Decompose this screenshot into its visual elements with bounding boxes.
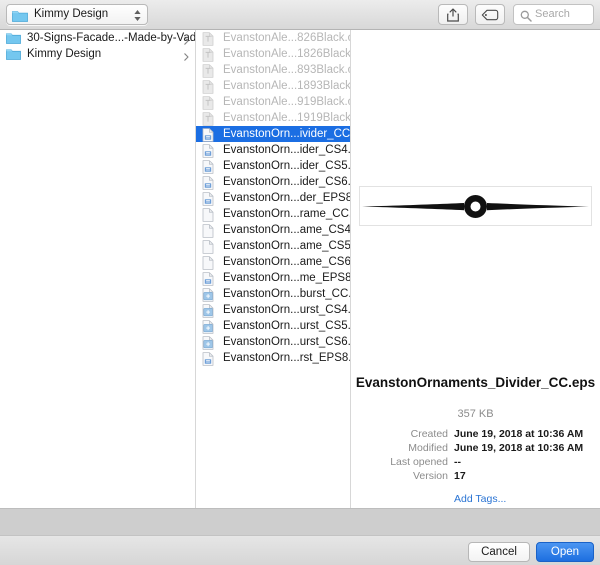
- file-size: 357 KB: [457, 408, 494, 420]
- file-row: EvanstonAle...1893Black.ttf: [196, 78, 350, 94]
- metadata-key: Version: [412, 470, 448, 482]
- file-row-label: EvanstonAle...826Black.otf: [223, 32, 351, 44]
- file-row-label: EvanstonAle...1826Black.ttf: [223, 48, 351, 60]
- file-row-label: EvanstonOrn...ider_CS6.eps: [223, 176, 351, 188]
- metadata-value: June 19, 2018 at 10:36 AM: [454, 428, 584, 440]
- path-popup-label: Kimmy Design: [34, 8, 109, 20]
- file-row-label: EvanstonOrn...urst_CS5.eps: [223, 320, 351, 332]
- dialog-footer: Cancel Open: [0, 535, 600, 565]
- file-row-label: EvanstonAle...919Black.otf: [223, 96, 351, 108]
- cancel-button[interactable]: Cancel: [468, 542, 530, 562]
- file-row-label: EvanstonOrn...ivider_CC.eps: [223, 128, 351, 140]
- folder-row[interactable]: 30-Signs-Facade...-Made-by-Vadim: [0, 30, 195, 46]
- file-row[interactable]: EvanstonOrn...ider_CS4.eps: [196, 142, 350, 158]
- file-row[interactable]: EvanstonOrn...ider_CS5.eps: [196, 158, 350, 174]
- folder-icon: [12, 9, 28, 27]
- file-row[interactable]: EvanstonOrn...urst_CS6.eps: [196, 334, 350, 350]
- bottom-band: [0, 508, 600, 535]
- metadata-value: --: [454, 456, 461, 468]
- metadata-key: Last opened: [390, 456, 448, 468]
- file-row[interactable]: EvanstonOrn...ider_CS6.eps: [196, 174, 350, 190]
- add-tags-link[interactable]: Add Tags...: [454, 493, 506, 505]
- folder-icon: [6, 48, 21, 65]
- file-metadata-list: Created June 19, 2018 at 10:36 AM Modified…: [351, 427, 600, 483]
- file-row-label: EvanstonOrn...urst_CS4.eps: [223, 304, 351, 316]
- file-row-label: EvanstonAle...1919Black.ttf: [223, 112, 351, 124]
- disclosure-chevron: [184, 50, 189, 66]
- file-row[interactable]: EvanstonOrn...der_EPS8.eps: [196, 190, 350, 206]
- file-row[interactable]: EvanstonOrn...urst_CS4.eps: [196, 302, 350, 318]
- ornament-divider-preview-icon: [360, 187, 591, 230]
- file-row-label: EvanstonOrn...me_EPS8.eps: [223, 272, 351, 284]
- file-row-label: EvanstonOrn...burst_CC.eps: [223, 288, 350, 300]
- file-row[interactable]: EvanstonOrn...ivider_CC.eps: [196, 126, 350, 142]
- search-field[interactable]: Search: [513, 4, 594, 25]
- file-row-label: EvanstonAle...1893Black.ttf: [223, 80, 351, 92]
- metadata-row: Created June 19, 2018 at 10:36 AM: [351, 427, 600, 441]
- share-button[interactable]: [438, 4, 468, 25]
- column-browser: 30-Signs-Facade...-Made-by-Vadim Kimmy De…: [0, 30, 600, 508]
- file-row[interactable]: EvanstonOrn...me_EPS8.eps: [196, 270, 350, 286]
- chevron-updown-icon: [133, 8, 142, 23]
- folder-row-label: Kimmy Design: [27, 48, 102, 60]
- file-row-label: EvanstonOrn...ider_CS4.eps: [223, 144, 351, 156]
- folder-row-label: 30-Signs-Facade...-Made-by-Vadim: [27, 32, 196, 44]
- open-button[interactable]: Open: [536, 542, 594, 562]
- file-row[interactable]: EvanstonOrn...rame_CC.eps: [196, 206, 350, 222]
- file-row: EvanstonAle...826Black.otf: [196, 30, 350, 46]
- file-row-label: EvanstonOrn...ame_CS6.eps: [223, 256, 351, 268]
- search-placeholder: Search: [535, 8, 570, 20]
- metadata-value: 17: [454, 470, 466, 482]
- file-row-label: EvanstonOrn...rst_EPS8.eps: [223, 352, 350, 364]
- file-row: EvanstonAle...1919Black.ttf: [196, 110, 350, 126]
- path-popup-button[interactable]: Kimmy Design: [6, 4, 148, 25]
- file-name-heading: EvanstonOrnaments_Divider_CC.eps: [355, 375, 596, 390]
- metadata-row: Last opened --: [351, 455, 600, 469]
- folder-column[interactable]: 30-Signs-Facade...-Made-by-Vadim Kimmy De…: [0, 30, 196, 508]
- file-row[interactable]: EvanstonOrn...urst_CS5.eps: [196, 318, 350, 334]
- file-row-label: EvanstonOrn...rame_CC.eps: [223, 208, 350, 220]
- file-row: EvanstonAle...1826Black.ttf: [196, 46, 350, 62]
- file-row: EvanstonAle...893Black.otf: [196, 62, 350, 78]
- file-preview: [359, 186, 592, 226]
- file-row[interactable]: EvanstonOrn...ame_CS5.eps: [196, 238, 350, 254]
- file-picker-dialog: Kimmy Design Search 30-Signs-Facade...-M…: [0, 0, 600, 565]
- file-row[interactable]: EvanstonOrn...ame_CS4.eps: [196, 222, 350, 238]
- file-row-label: EvanstonAle...893Black.otf: [223, 64, 351, 76]
- file-row-label: EvanstonOrn...ame_CS5.eps: [223, 240, 351, 252]
- metadata-value: June 19, 2018 at 10:36 AM: [454, 442, 584, 454]
- metadata-key: Created: [410, 428, 448, 440]
- folder-row[interactable]: Kimmy Design: [0, 46, 195, 62]
- metadata-key: Modified: [408, 442, 448, 454]
- toolbar: Kimmy Design Search: [0, 0, 600, 30]
- file-row[interactable]: EvanstonOrn...ame_CS6.eps: [196, 254, 350, 270]
- metadata-row: Modified June 19, 2018 at 10:36 AM: [351, 441, 600, 455]
- preview-column: EvanstonOrnaments_Divider_CC.eps 357 KB …: [351, 30, 600, 508]
- file-column[interactable]: EvanstonAle...826Black.otf EvanstonAle...…: [196, 30, 351, 508]
- file-row[interactable]: EvanstonOrn...rst_EPS8.eps: [196, 350, 350, 366]
- file-row-label: EvanstonOrn...ame_CS4.eps: [223, 224, 351, 236]
- file-row: EvanstonAle...919Black.otf: [196, 94, 350, 110]
- search-icon: [520, 9, 532, 27]
- metadata-row: Version 17: [351, 469, 600, 483]
- file-row-label: EvanstonOrn...ider_CS5.eps: [223, 160, 351, 172]
- tag-button[interactable]: [475, 4, 505, 25]
- file-row[interactable]: EvanstonOrn...burst_CC.eps: [196, 286, 350, 302]
- file-row-label: EvanstonOrn...urst_CS6.eps: [223, 336, 351, 348]
- file-row-label: EvanstonOrn...der_EPS8.eps: [223, 192, 351, 204]
- eps-file-icon: [202, 352, 214, 371]
